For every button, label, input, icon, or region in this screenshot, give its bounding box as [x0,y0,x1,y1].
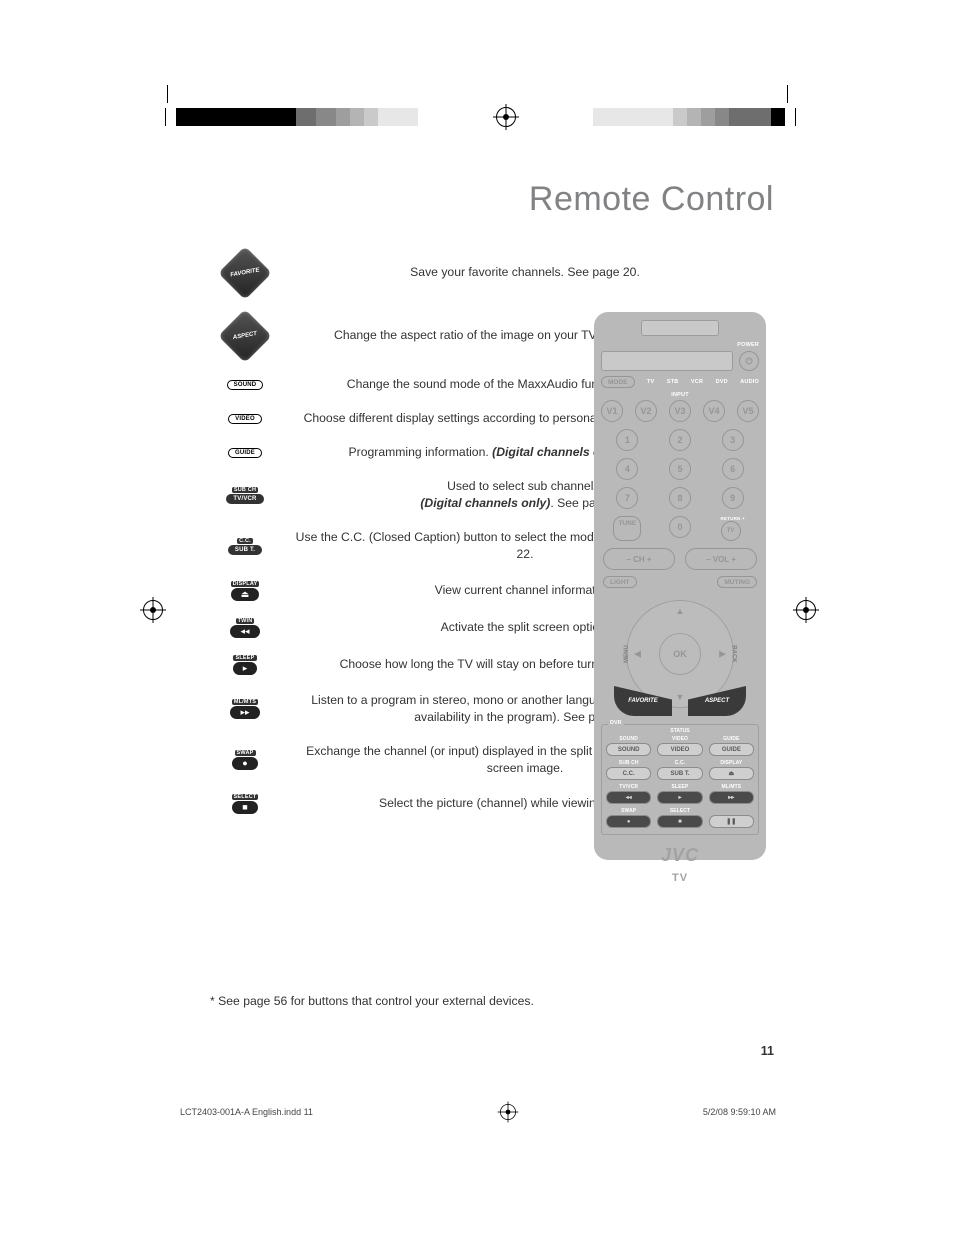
favorite-button-icon: FAVORITE [222,250,268,296]
registration-mark-icon [500,1104,516,1120]
page-number: 11 [761,1044,774,1058]
power-button: ⏻ [739,351,759,371]
swap-button-icon: SWAP ● [232,750,257,770]
guide-button-icon: GUIDE [228,448,262,458]
input-v3: V3 [669,400,691,422]
light-button: LIGHT [603,576,637,588]
row-favorite: FAVORITE Save your favorite channels. Se… [210,250,770,296]
remote-lcd [601,351,733,371]
remote-ir-window [641,320,719,336]
sleep-button-icon: SLEEP ▸ [233,655,258,675]
page-title: Remote Control [529,180,774,219]
footer-timestamp: 5/2/08 9:59:10 AM [703,1107,776,1117]
ok-button: OK [659,633,701,675]
registration-mark-icon [796,600,816,620]
channel-rocker: – CH + [603,548,675,570]
muting-button: MUTING [717,576,757,588]
cc-subt-button-icon: C.C. SUB T. [228,538,262,555]
right-arrow-icon: ▶ [719,649,726,660]
sound-button-icon: SOUND [227,380,264,390]
input-v4: V4 [703,400,725,422]
down-arrow-icon: ▼ [676,692,685,702]
power-label: POWER [737,342,759,348]
volume-rocker: – VOL + [685,548,757,570]
tune-button: TUNE [613,516,641,541]
registration-mark-icon [143,600,163,620]
dpad: OK MENU BACK ▲ ▼ ◀ ▶ FAVORITE ASPECT [620,594,740,714]
footnote: * See page 56 for buttons that control y… [210,994,534,1008]
dvr-section: DVR STATUS SOUNDSOUND VIDEOVIDEO GUIDEGU… [601,724,759,835]
up-arrow-icon: ▲ [676,606,685,616]
input-v5: V5 [737,400,759,422]
display-button-icon: DISPLAY ⏏ [231,581,260,601]
select-button-icon: SELECT ■ [232,794,259,814]
registration-mark-icon [496,107,516,127]
remote-brand: JVC RM-C1430 TV [601,845,759,884]
input-v2: V2 [635,400,657,422]
subch-tvvcr-button-icon: SUB CH TV/VCR [226,487,263,504]
mode-button: MODE [601,376,635,388]
remote-control-illustration: POWER ⏻ MODE TV STB VCR DVD AUDIO INPUT … [594,312,766,860]
aspect-button-icon: ASPECT [222,313,268,359]
print-footer: LCT2403-001A-A English.indd 11 5/2/08 9:… [180,1102,776,1122]
number-pad: 1 2 3 4 5 6 7 8 9 TUNE 0 RETURN + TV [611,429,749,541]
twin-button-icon: TWIN ◂◂ [230,618,259,638]
input-v1: V1 [601,400,623,422]
left-arrow-icon: ◀ [634,649,641,660]
mlmts-button-icon: ML/MTS ▸▸ [230,699,259,719]
footer-file: LCT2403-001A-A English.indd 11 [180,1107,313,1117]
input-label: INPUT [601,392,759,398]
desc: Save your favorite channels. See page 20… [280,264,770,281]
tv-return-button: TV [721,521,741,541]
video-button-icon: VIDEO [228,414,262,424]
print-registration-bar [165,108,796,126]
